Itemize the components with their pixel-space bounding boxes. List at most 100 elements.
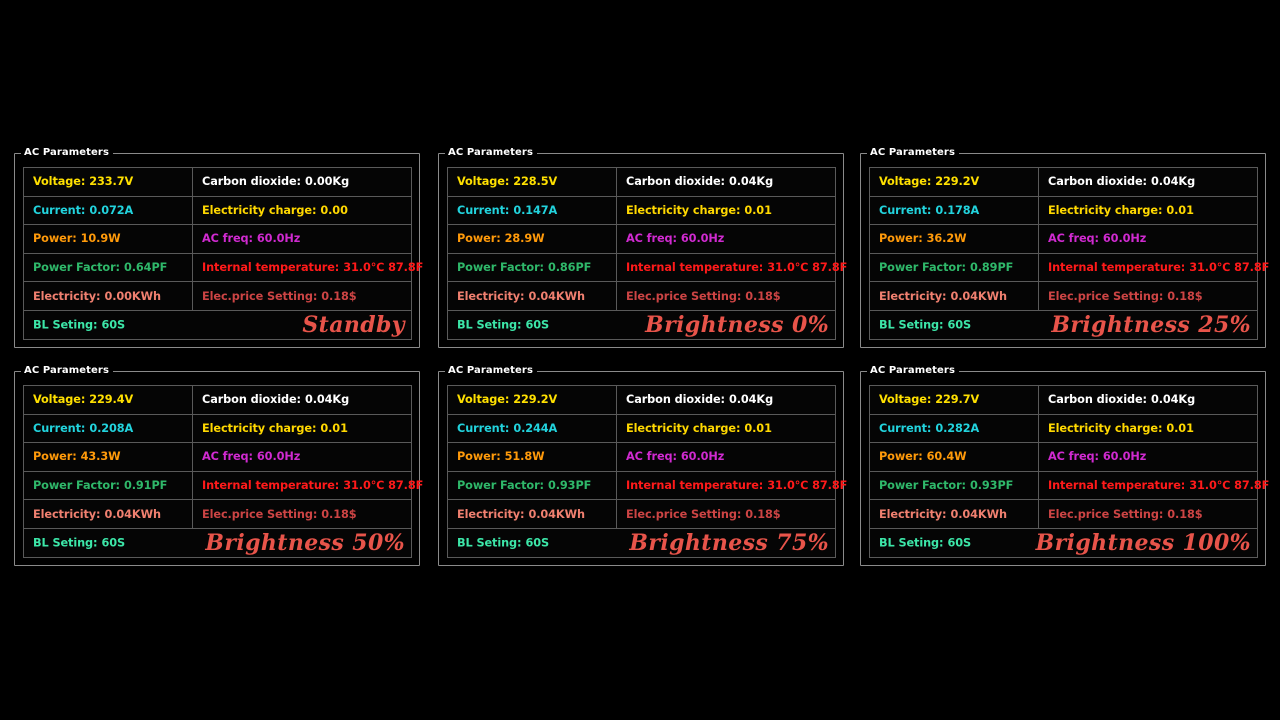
cell-carbon-dioxide: Carbon dioxide: 0.04Kg	[192, 385, 412, 415]
cell-value: 31.0℃ 87.8F	[1189, 479, 1270, 493]
cell-value: 0.18$	[745, 507, 781, 521]
cell-value: 0.01	[1166, 421, 1194, 435]
cell-value: 0.00KWh	[104, 289, 161, 303]
cell-value: 31.0℃ 87.8F	[343, 479, 424, 493]
cell-value: 0.18$	[745, 289, 781, 303]
cell-current: Current: 0.072A	[23, 195, 193, 226]
table-row-status: BL Seting: 60S Standby	[23, 309, 412, 340]
cell-current: Current: 0.178A	[869, 195, 1039, 226]
cell-value: 0.04Kg	[1150, 175, 1196, 189]
cell-power-factor: Power Factor: 0.93PF	[869, 470, 1039, 501]
cell-status: BL Seting: 60S Brightness 50%	[23, 527, 412, 558]
cell-value: 0.04KWh	[950, 507, 1007, 521]
status-badge: Brightness 50%	[205, 529, 405, 556]
cell-label: Electricity:	[457, 507, 525, 521]
cell-internal-temperature: Internal temperature: 31.0℃ 87.8F	[192, 252, 423, 283]
cell-label: Carbon dioxide:	[202, 393, 301, 407]
cell-value: 0.18$	[321, 507, 357, 521]
table-row: Electricity: 0.04KWh Elec.price Setting: 0.…	[447, 499, 836, 529]
cell-label: Internal temperature:	[202, 261, 340, 275]
cell-label: Current:	[879, 421, 932, 435]
table-row-status: BL Seting: 60S Brightness 0%	[447, 309, 836, 340]
cell-label: Voltage:	[879, 175, 932, 189]
cell-label: Carbon dioxide:	[202, 175, 301, 189]
table-row: Voltage: 229.2V Carbon dioxide: 0.04Kg	[447, 385, 836, 415]
cell-power: Power: 43.3W	[23, 442, 193, 472]
panel-legend: AC Parameters	[21, 146, 113, 159]
bl-seting-value: 60S	[101, 536, 126, 550]
cell-value: 229.7V	[935, 393, 980, 407]
cell-label: Power Factor:	[457, 479, 544, 493]
cell-value: 0.18$	[1167, 289, 1203, 303]
bl-seting-value: 60S	[525, 318, 550, 332]
cell-value: 229.4V	[89, 393, 134, 407]
cell-label: Power Factor:	[879, 261, 966, 275]
cell-label: Power Factor:	[33, 261, 120, 275]
cell-internal-temperature: Internal temperature: 31.0℃ 87.8F	[1038, 470, 1269, 501]
cell-label: Voltage:	[457, 175, 510, 189]
ac-parameters-panel: AC Parameters Voltage: 229.4V Carbon dioxid…	[14, 363, 423, 566]
bl-seting-value: 60S	[525, 536, 550, 550]
cell-label: Internal temperature:	[626, 479, 764, 493]
cell-label: Current:	[879, 203, 932, 217]
cell-value: 0.072A	[89, 203, 134, 217]
cell-internal-temperature: Internal temperature: 31.0℃ 87.8F	[192, 470, 423, 501]
panel-legend: AC Parameters	[445, 146, 537, 159]
cell-internal-temperature: Internal temperature: 31.0℃ 87.8F	[616, 252, 847, 283]
cell-value: 0.64PF	[123, 261, 168, 275]
table-row: Current: 0.244A Electricity charge: 0.01	[447, 413, 836, 444]
bl-seting-label: BL Seting:	[33, 318, 98, 332]
cell-label: AC freq:	[202, 232, 253, 246]
cell-value: 0.18$	[321, 289, 357, 303]
cell-elec-price-setting: Elec.price Setting: 0.18$	[192, 281, 412, 311]
cell-ac-freq: AC freq: 60.0Hz	[616, 224, 836, 254]
cell-label: Power:	[33, 450, 77, 464]
cell-label: Carbon dioxide:	[626, 393, 725, 407]
cell-voltage: Voltage: 229.2V	[447, 385, 617, 415]
cell-label: AC freq:	[202, 450, 253, 464]
cell-value: 0.86PF	[547, 261, 592, 275]
cell-value: 0.01	[320, 421, 348, 435]
status-badge: Brightness 100%	[1035, 529, 1251, 556]
cell-label: Electricity:	[33, 289, 101, 303]
cell-label: Carbon dioxide:	[1048, 175, 1147, 189]
cell-electricity: Electricity: 0.04KWh	[447, 281, 617, 311]
table-row: Power: 10.9W AC freq: 60.0Hz	[23, 224, 412, 254]
bl-seting-group: BL Seting: 60S	[879, 318, 971, 331]
cell-electricity: Electricity: 0.04KWh	[23, 499, 193, 529]
cell-value: 233.7V	[89, 175, 134, 189]
cell-value: 31.0℃ 87.8F	[767, 261, 848, 275]
table-row: Electricity: 0.04KWh Elec.price Setting: 0.…	[869, 499, 1258, 529]
cell-carbon-dioxide: Carbon dioxide: 0.04Kg	[1038, 167, 1258, 197]
cell-ac-freq: AC freq: 60.0Hz	[1038, 224, 1258, 254]
panel-grid: AC Parameters Voltage: 233.7V Carbon dioxid…	[0, 140, 1280, 580]
bl-seting-label: BL Seting:	[879, 536, 944, 550]
cell-label: Power:	[457, 232, 501, 246]
cell-label: Internal temperature:	[626, 261, 764, 275]
cell-ac-freq: AC freq: 60.0Hz	[192, 224, 412, 254]
table-row: Power: 36.2W AC freq: 60.0Hz	[869, 224, 1258, 254]
table-row-status: BL Seting: 60S Brightness 100%	[869, 527, 1258, 558]
status-badge: Brightness 0%	[645, 311, 829, 338]
cell-label: Current:	[457, 203, 510, 217]
table-row: Current: 0.147A Electricity charge: 0.01	[447, 195, 836, 226]
parameters-table: Voltage: 228.5V Carbon dioxide: 0.04Kg Curre…	[447, 167, 847, 340]
cell-power: Power: 51.8W	[447, 442, 617, 472]
table-row: Voltage: 228.5V Carbon dioxide: 0.04Kg	[447, 167, 836, 197]
cell-carbon-dioxide: Carbon dioxide: 0.00Kg	[192, 167, 412, 197]
cell-value: 0.18$	[1167, 507, 1203, 521]
cell-electricity-charge: Electricity charge: 0.01	[1038, 413, 1258, 444]
cell-carbon-dioxide: Carbon dioxide: 0.04Kg	[616, 167, 836, 197]
cell-value: 0.04KWh	[528, 289, 585, 303]
cell-label: Carbon dioxide:	[1048, 393, 1147, 407]
cell-value: 0.147A	[513, 203, 558, 217]
parameters-table: Voltage: 229.2V Carbon dioxide: 0.04Kg Curre…	[869, 167, 1269, 340]
cell-value: 51.8W	[504, 450, 545, 464]
cell-value: 0.91PF	[123, 479, 168, 493]
table-row: Power Factor: 0.89PF Internal temperature:…	[869, 252, 1269, 283]
cell-value: 60.0Hz	[256, 232, 301, 246]
cell-label: Elec.price Setting:	[1048, 289, 1164, 303]
cell-label: Power:	[879, 450, 923, 464]
cell-value: 31.0℃ 87.8F	[343, 261, 424, 275]
cell-value: 0.04Kg	[728, 393, 774, 407]
